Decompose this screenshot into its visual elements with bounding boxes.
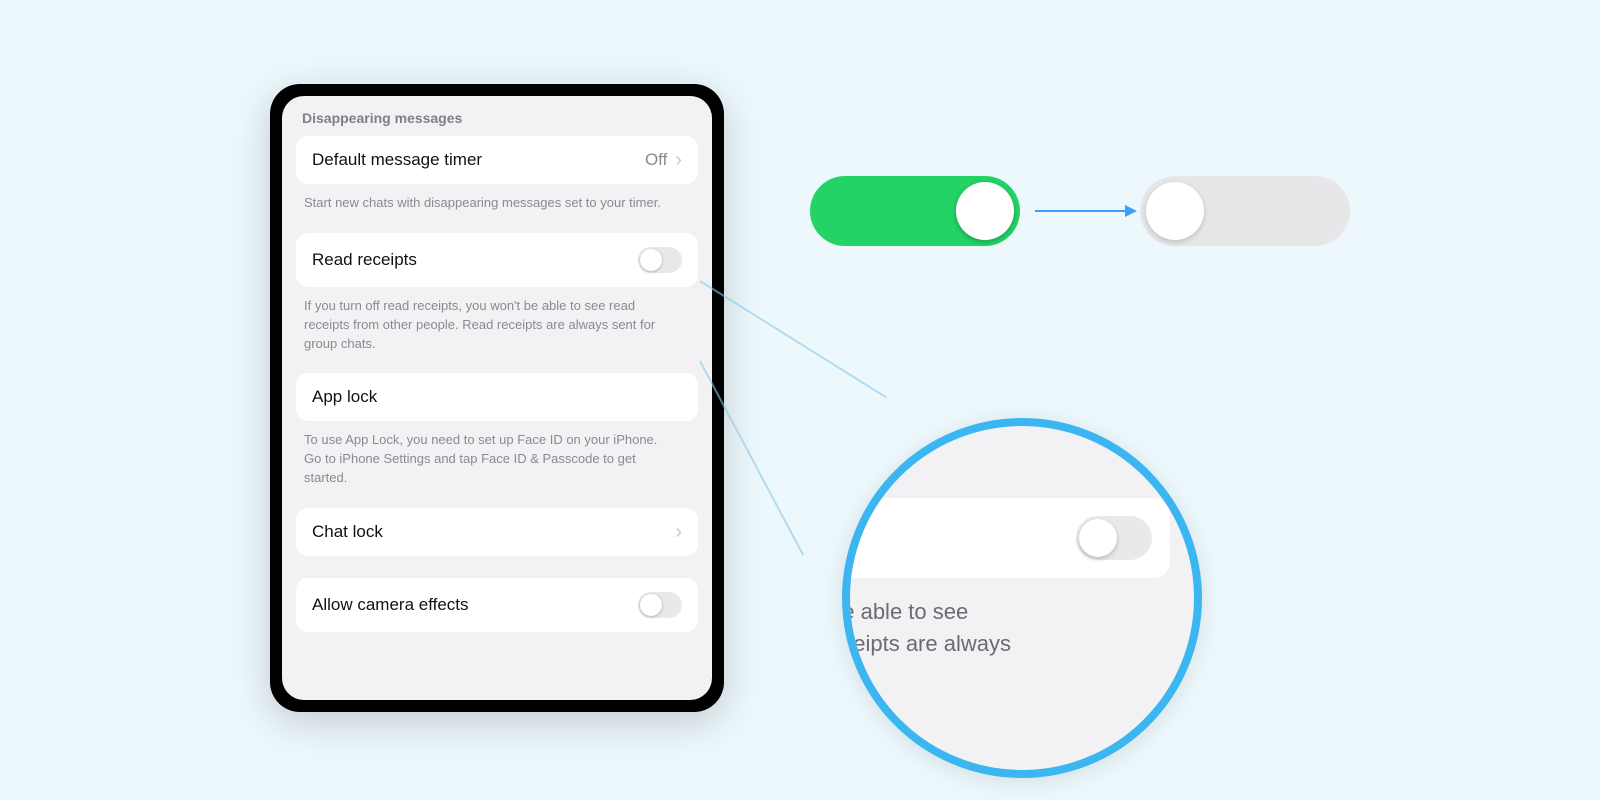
zoom-lens: to be able to see eceipts are always <box>842 418 1202 778</box>
zoom-lens-content: to be able to see eceipts are always <box>850 426 1194 770</box>
illustration-toggle-on <box>810 176 1020 246</box>
toggle-read-receipts[interactable] <box>638 247 682 273</box>
label-read-receipts: Read receipts <box>312 250 417 270</box>
label-allow-camera-effects: Allow camera effects <box>312 595 469 615</box>
chevron-right-icon: › <box>675 150 682 170</box>
spacer <box>296 556 698 578</box>
row-app-lock[interactable]: App lock <box>296 373 698 421</box>
row-default-message-timer[interactable]: Default message timer Off › <box>296 136 698 184</box>
value-default-message-timer: Off <box>645 150 667 170</box>
illustration-toggle-off <box>1140 176 1350 246</box>
settings-phone-frame: Disappearing messages Default message ti… <box>270 84 724 712</box>
zoom-row-read-receipts <box>842 498 1170 578</box>
footer-read-receipts: If you turn off read receipts, you won't… <box>304 297 664 354</box>
zoom-fragment-top: to <box>1156 432 1174 458</box>
footer-app-lock: To use App Lock, you need to set up Face… <box>304 431 664 488</box>
footer-default-message-timer: Start new chats with disappearing messag… <box>304 194 664 213</box>
zoom-toggle-read-receipts <box>1076 516 1152 560</box>
label-default-message-timer: Default message timer <box>312 150 482 170</box>
row-chat-lock[interactable]: Chat lock › <box>296 508 698 556</box>
zoom-fragment-line1: be able to see <box>842 599 968 624</box>
zoom-fragment-line2: eceipts are always <box>842 631 1011 656</box>
row-allow-camera-effects[interactable]: Allow camera effects <box>296 578 698 632</box>
toggle-knob-icon <box>956 182 1014 240</box>
toggle-allow-camera-effects[interactable] <box>638 592 682 618</box>
section-header-disappearing: Disappearing messages <box>302 110 692 126</box>
toggle-knob-icon <box>1079 519 1117 557</box>
zoom-guide-line <box>699 280 887 398</box>
arrow-right-icon <box>1035 210 1135 212</box>
toggle-knob-icon <box>640 249 662 271</box>
label-app-lock: App lock <box>312 387 377 407</box>
trail-default-message-timer: Off › <box>645 150 682 170</box>
row-read-receipts[interactable]: Read receipts <box>296 233 698 287</box>
toggle-knob-icon <box>1146 182 1204 240</box>
zoom-fragment-text: be able to see eceipts are always <box>842 596 1011 660</box>
label-chat-lock: Chat lock <box>312 522 383 542</box>
settings-screen: Disappearing messages Default message ti… <box>282 96 712 700</box>
chevron-right-icon: › <box>675 522 682 542</box>
toggle-knob-icon <box>640 594 662 616</box>
